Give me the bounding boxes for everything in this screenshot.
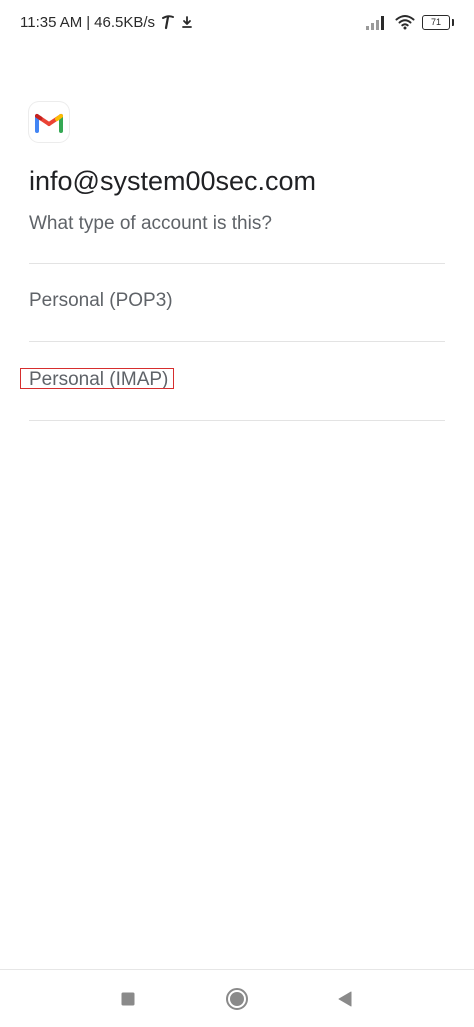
carrier-icon [161,14,175,30]
network-speed: 46.5KB/s [94,13,156,31]
status-separator: | [86,13,91,31]
battery-icon: 71 [422,14,454,30]
option-personal-pop3[interactable]: Personal (POP3) [29,289,173,313]
divider [29,263,445,264]
status-time: 11:35 AM [20,13,83,31]
gmail-icon [29,102,69,142]
highlight-box [20,368,174,389]
status-bar: 11:35 AM | 46.5KB/s 71 [0,0,474,44]
signal-icon [366,16,384,30]
account-email: info@system00sec.com [29,166,317,196]
status-right: 71 [365,11,454,33]
navigation-bar [0,970,474,1027]
battery-tip [451,18,454,26]
back-icon [338,991,352,1007]
account-type-question: What type of account is this? [29,213,272,234]
battery-level: 71 [430,16,441,27]
divider [29,341,445,342]
divider [29,420,445,421]
home-button[interactable] [222,984,252,1014]
status-left: 11:35 AM | 46.5KB/s [20,11,193,33]
home-icon [226,988,248,1010]
recent-apps-button[interactable] [113,984,143,1014]
back-button[interactable] [330,984,360,1014]
wifi-icon [395,15,415,30]
download-icon [181,14,193,30]
recent-apps-icon [121,992,135,1006]
